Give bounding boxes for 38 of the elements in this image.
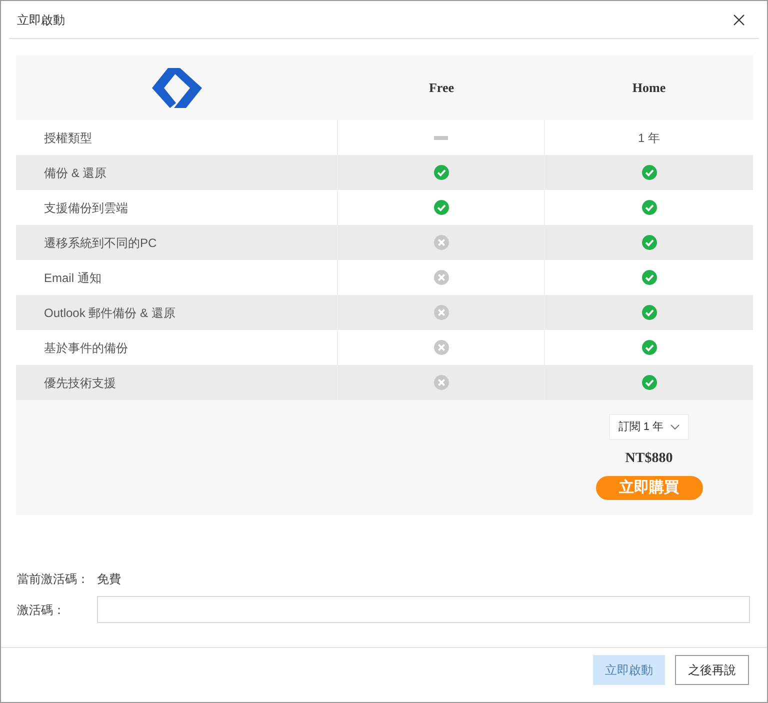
check-circle-icon bbox=[642, 165, 656, 180]
later-button[interactable]: 之後再說 bbox=[675, 655, 749, 685]
check-circle-icon bbox=[642, 200, 656, 215]
field-label: 當前激活碼： bbox=[17, 571, 90, 588]
window-title: 立即啟動 bbox=[17, 12, 65, 28]
check-circle-icon bbox=[434, 200, 448, 215]
chevron-down-icon bbox=[670, 423, 680, 431]
column-header: Home bbox=[632, 78, 666, 97]
table-cell-text: 1 年 bbox=[638, 130, 660, 146]
x-circle-icon bbox=[434, 305, 448, 320]
feature-label: 授權類型 bbox=[44, 130, 92, 146]
column-header: Free bbox=[428, 78, 454, 97]
feature-label: 備份 & 還原 bbox=[44, 164, 107, 182]
activation-code-field[interactable] bbox=[97, 596, 750, 623]
x-circle-icon bbox=[434, 235, 448, 250]
feature-label: Outlook 郵件備份 & 還原 bbox=[44, 304, 176, 322]
check-circle-icon bbox=[642, 375, 656, 390]
check-circle-icon bbox=[642, 235, 656, 250]
feature-label: 支援備份到雲端 bbox=[44, 200, 128, 216]
check-circle-icon bbox=[642, 305, 656, 320]
x-circle-icon bbox=[434, 340, 448, 355]
current-code-value: 免費 bbox=[97, 571, 121, 588]
field-label: 激活碼： bbox=[17, 602, 66, 618]
x-circle-icon bbox=[434, 270, 448, 285]
check-circle-icon bbox=[642, 340, 656, 355]
close-icon bbox=[733, 14, 745, 26]
price-label: NT$880 bbox=[625, 450, 673, 468]
plan-dropdown[interactable]: 訂閱 1 年 bbox=[609, 414, 689, 440]
feature-label: 基於事件的備份 bbox=[44, 340, 128, 356]
close-button[interactable] bbox=[731, 12, 747, 28]
feature-label: 優先技術支援 bbox=[44, 374, 116, 392]
feature-label: Email 通知 bbox=[44, 270, 102, 286]
dash-icon bbox=[434, 136, 448, 140]
feature-label: 遷移系統到不同的PC bbox=[44, 234, 157, 252]
logo-icon bbox=[152, 68, 202, 108]
x-circle-icon bbox=[434, 375, 448, 390]
check-circle-icon bbox=[434, 165, 448, 180]
check-circle-icon bbox=[642, 270, 656, 285]
